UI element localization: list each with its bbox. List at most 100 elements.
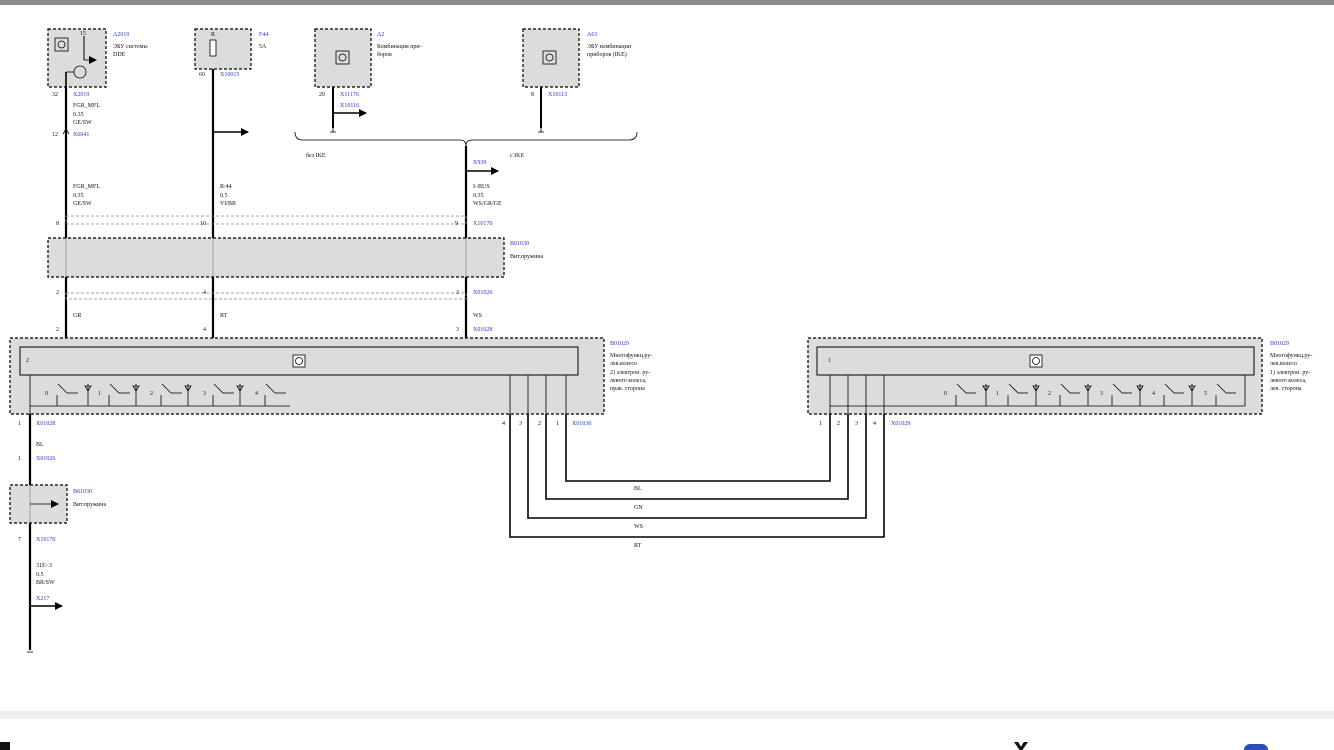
x01030-label: X01030 [572, 421, 591, 427]
wire-ws: WS [473, 313, 482, 319]
f44-conn: X10015 [220, 72, 239, 78]
x217-label: X217 [36, 596, 49, 602]
component-b01029-right[interactable]: 2 0 1 2 3 4 [9, 337, 605, 415]
label-bez-ike: без IKE [306, 152, 326, 159]
module-icon [292, 354, 306, 368]
wire-gr: GR [73, 313, 81, 319]
rpin-1: 1 [556, 421, 559, 427]
a63-pin: 8 [531, 92, 534, 98]
lpin-2: 2 [837, 421, 840, 427]
a2019-pin: 32 [52, 92, 58, 98]
x01029-label: X01029 [891, 421, 910, 427]
sw-label-2: 2 [150, 391, 153, 397]
footer-glyph-left [0, 742, 10, 750]
a2-conn: X11176 [340, 92, 359, 98]
footer-strip [0, 742, 1334, 750]
wire-bl: BL [36, 442, 44, 448]
wire-rt: RT [220, 313, 228, 319]
x10170b-label: X10170 [36, 537, 55, 543]
pin-2a: 2 [56, 290, 59, 296]
connector-x01026 [65, 292, 467, 300]
x01026b-label: X01026 [36, 456, 55, 462]
b01029-right-desc1: Многофункц.ру- [610, 352, 652, 359]
pin-4a: 4 [203, 290, 206, 296]
ground-icon [330, 128, 336, 133]
rpin-3: 3 [519, 421, 522, 427]
sw-label-0: 0 [45, 391, 48, 397]
w2-name: R:44 [220, 184, 232, 190]
w1-pin2: 12 [52, 132, 58, 138]
rpin-4: 4 [502, 421, 505, 427]
w1-color: GE/SW [73, 120, 92, 126]
bottom-divider [0, 711, 1334, 719]
w3-name: I–BUS [473, 184, 490, 190]
component-b01029-left[interactable]: 1 0 1 2 3 4 5 [807, 337, 1263, 415]
interconnect-loop [509, 414, 885, 538]
b01029-right-index: 2 [26, 358, 29, 364]
b01029-right-desc4: левого колеса, [610, 378, 647, 384]
wire-fgr-mfl [62, 87, 70, 340]
sw-label-l2: 2 [1048, 391, 1051, 397]
fuse-f44[interactable]: R [194, 28, 252, 70]
b01030-top-desc: Вит.пружина [510, 254, 544, 260]
loop-rt: RT [634, 543, 642, 549]
pin-1: 1 [18, 421, 21, 427]
a2019-conn: X2019 [73, 92, 89, 98]
w3-color: WS/GR/GE [473, 201, 502, 207]
a2-conn2: X10116 [340, 103, 359, 109]
b01030-top-id: B01030 [510, 241, 529, 247]
w1-conn2: X6041 [73, 132, 89, 138]
component-a2[interactable] [314, 28, 372, 88]
component-a2019[interactable]: 15 [47, 28, 107, 88]
component-b01030-top[interactable] [47, 237, 505, 278]
pin-7: 7 [18, 537, 21, 543]
a2-desc2: боров [377, 51, 392, 58]
sw-label-l0: 0 [944, 391, 947, 397]
lpin-1: 1 [819, 421, 822, 427]
sw-label-1: 1 [98, 391, 101, 397]
connector-x10170 [65, 215, 467, 225]
b01029-right-desc3: 2) электрон. ру- [610, 369, 650, 376]
fuse-icon [209, 39, 217, 57]
f44-id: F44 [259, 32, 268, 38]
w2-size: 0.5 [220, 193, 228, 199]
b01030-bottom-desc: Вит.пружина [73, 502, 107, 508]
a2019-desc2: DDE [113, 52, 126, 58]
w3-conn: X939 [473, 160, 486, 166]
component-a63[interactable] [522, 28, 580, 88]
label-s-ike: с IKE [510, 153, 524, 159]
pin-8: 8 [56, 221, 59, 227]
sw-label-l3: 3 [1100, 391, 1103, 397]
b01029-left-desc5: лев. сторона [1270, 386, 1302, 392]
module-icon [1029, 354, 1043, 368]
loop-ws: WS [634, 524, 643, 530]
x01028-label: X01028 [473, 327, 492, 333]
x10170-label: X10170 [473, 221, 492, 227]
b01029-left-desc2: лев.колесо [1270, 361, 1297, 367]
rpin-2: 2 [538, 421, 541, 427]
lpin-4: 4 [873, 421, 876, 427]
b01029-left-desc1: Многофункц.ру- [1270, 352, 1312, 359]
f44-r: R [211, 32, 215, 38]
pin-9: 9 [455, 221, 458, 227]
loop-bl: BL [634, 486, 642, 492]
wiring-diagram: 15 A2019 ЭБУ системы DDE 32 X2019 R F44 … [9, 28, 1312, 653]
w1-size: 0.35 [73, 112, 84, 118]
pin-10: 10 [200, 221, 206, 227]
pin-2b: 2 [56, 327, 59, 333]
sw-label-4: 4 [255, 391, 258, 397]
footer-glyph-right [1244, 744, 1268, 750]
b01029-left-index: 1 [828, 358, 831, 364]
b01029-right-desc2: лев.колесо [610, 361, 637, 367]
sw-label-l1: 1 [996, 391, 999, 397]
b01029-left-desc3: 1) электрон. ру- [1270, 369, 1310, 376]
x01026-label: X01026 [473, 290, 492, 296]
f44-desc: 5A [259, 44, 267, 50]
b01029-right-id: B01029 [610, 341, 629, 347]
a63-conn: X10113 [548, 92, 567, 98]
pin-4b: 4 [203, 327, 206, 333]
bottom-wire-size: 0.5 [36, 572, 44, 578]
a2019-id: A2019 [113, 32, 129, 38]
a63-desc1: ЭБУ комбинации [587, 43, 632, 50]
f44-pin: 60 [199, 72, 205, 78]
